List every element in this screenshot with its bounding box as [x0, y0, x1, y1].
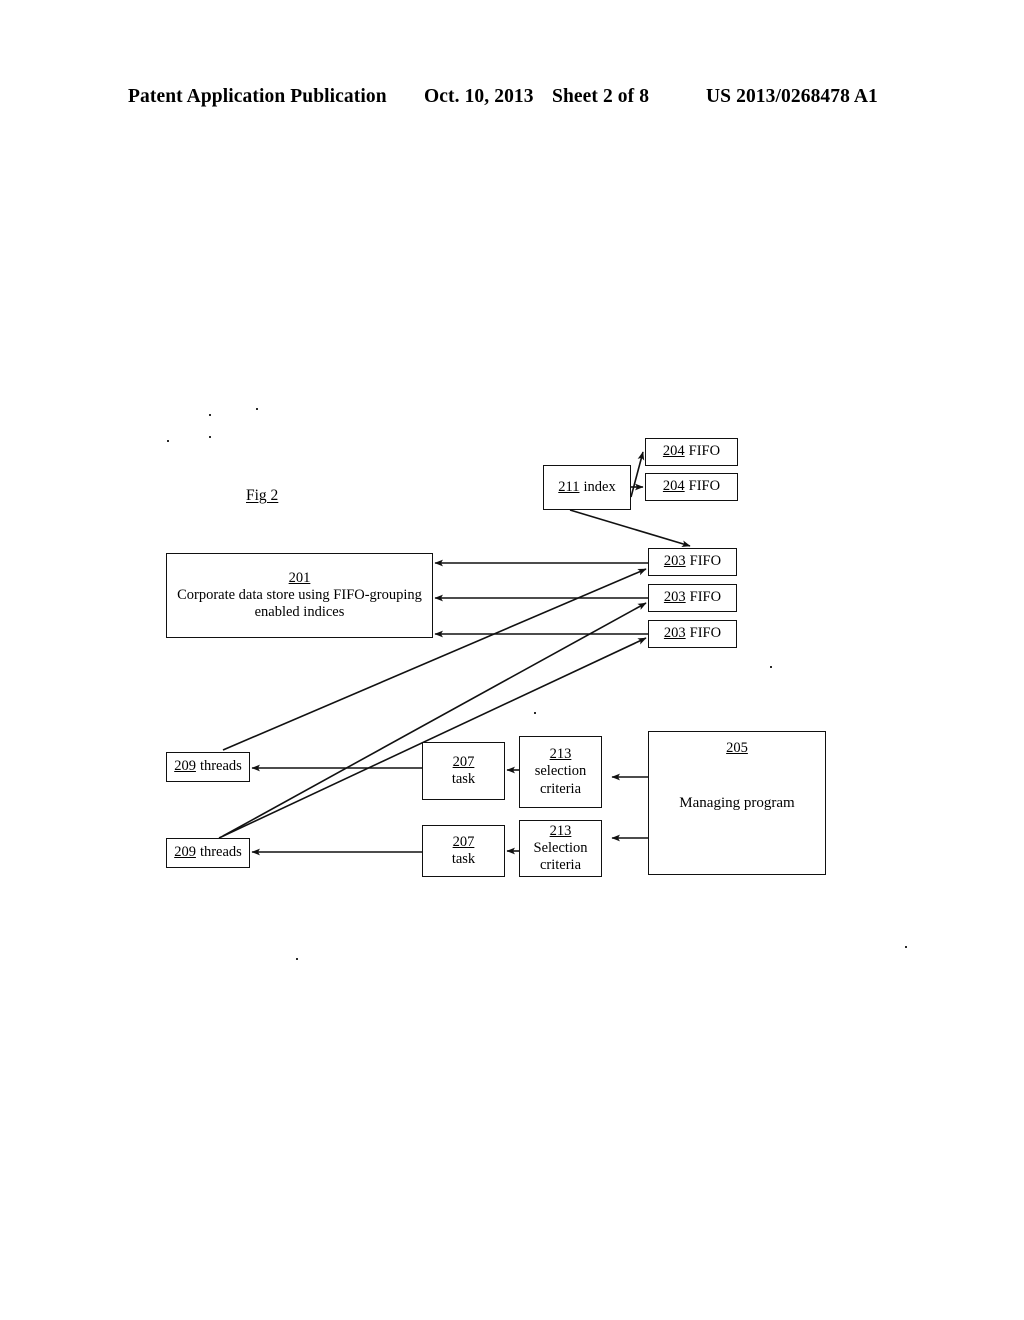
scan-speck: [209, 436, 211, 438]
managing-program-block: 205 Managing program: [648, 731, 826, 875]
scan-speck: [209, 414, 211, 416]
threads-block-1: 209 threads: [166, 752, 250, 782]
fifo-203-block-1: 203 FIFO: [648, 548, 737, 576]
fifo-203-label-3: FIFO: [689, 625, 722, 642]
selection-criteria-line-1b: criteria: [539, 780, 582, 797]
task-block-1: 207 task: [422, 742, 505, 800]
patent-figure-2: Fig 2 211 index 204 FIFO 204 FIFO 201 Co…: [0, 0, 1024, 1320]
scan-speck: [534, 712, 536, 714]
scan-speck: [167, 440, 169, 442]
threads-block-2: 209 threads: [166, 838, 250, 868]
fifo-203-ref-numeral-1: 203: [663, 553, 686, 570]
selection-criteria-block-1: 213 selection criteria: [519, 736, 602, 808]
threads-label-2: threads: [199, 844, 242, 861]
selection-criteria-ref-numeral-2: 213: [549, 822, 572, 839]
task-ref-numeral-1: 207: [452, 753, 475, 770]
threads-ref-numeral-2: 209: [174, 844, 196, 861]
fifo-204-label-2: FIFO: [688, 478, 721, 495]
scan-speck: [256, 408, 258, 410]
task-label-1: task: [451, 771, 476, 787]
selection-criteria-line-2b: criteria: [539, 857, 582, 874]
scan-speck: [296, 958, 298, 960]
fifo-203-block-2: 203 FIFO: [648, 584, 737, 612]
selection-criteria-block-2: 213 Selection criteria: [519, 820, 602, 877]
data-store-ref-numeral: 201: [288, 569, 311, 586]
fifo-204-ref-numeral-1: 204: [662, 443, 685, 460]
index-label: index: [583, 478, 616, 495]
data-store-line-2: enabled indices: [254, 604, 345, 621]
selection-criteria-ref-numeral-1: 213: [549, 746, 572, 763]
fifo-203-ref-numeral-3: 203: [663, 625, 686, 642]
data-store-line-1: Corporate data store using FIFO-grouping: [177, 586, 422, 603]
managing-program-label: Managing program: [679, 795, 795, 812]
fifo-204-label-1: FIFO: [688, 443, 721, 460]
connector-lines: [218, 451, 691, 856]
threads-label-1: threads: [199, 758, 242, 775]
scan-speck: [905, 946, 907, 948]
selection-criteria-line-1a: selection: [534, 763, 587, 780]
fifo-203-label-2: FIFO: [689, 589, 722, 606]
figure-label: Fig 2: [246, 487, 279, 504]
fifo-203-label-1: FIFO: [689, 553, 722, 570]
corporate-data-store-block: 201 Corporate data store using FIFO-grou…: [166, 553, 433, 638]
managing-program-ref-numeral: 205: [726, 740, 748, 756]
fifo-204-block-1: 204 FIFO: [645, 438, 738, 466]
index-block: 211 index: [543, 465, 631, 510]
index-ref-numeral: 211: [558, 478, 580, 495]
selection-criteria-line-2a: Selection: [533, 839, 588, 856]
threads-ref-numeral-1: 209: [174, 758, 196, 775]
fifo-203-block-3: 203 FIFO: [648, 620, 737, 648]
fifo-203-ref-numeral-2: 203: [663, 589, 686, 606]
fifo-204-ref-numeral-2: 204: [662, 478, 685, 495]
scan-speck: [770, 666, 772, 668]
task-label-2: task: [451, 851, 476, 867]
task-ref-numeral-2: 207: [452, 833, 475, 850]
fifo-204-block-2: 204 FIFO: [645, 473, 738, 501]
task-block-2: 207 task: [422, 825, 505, 877]
